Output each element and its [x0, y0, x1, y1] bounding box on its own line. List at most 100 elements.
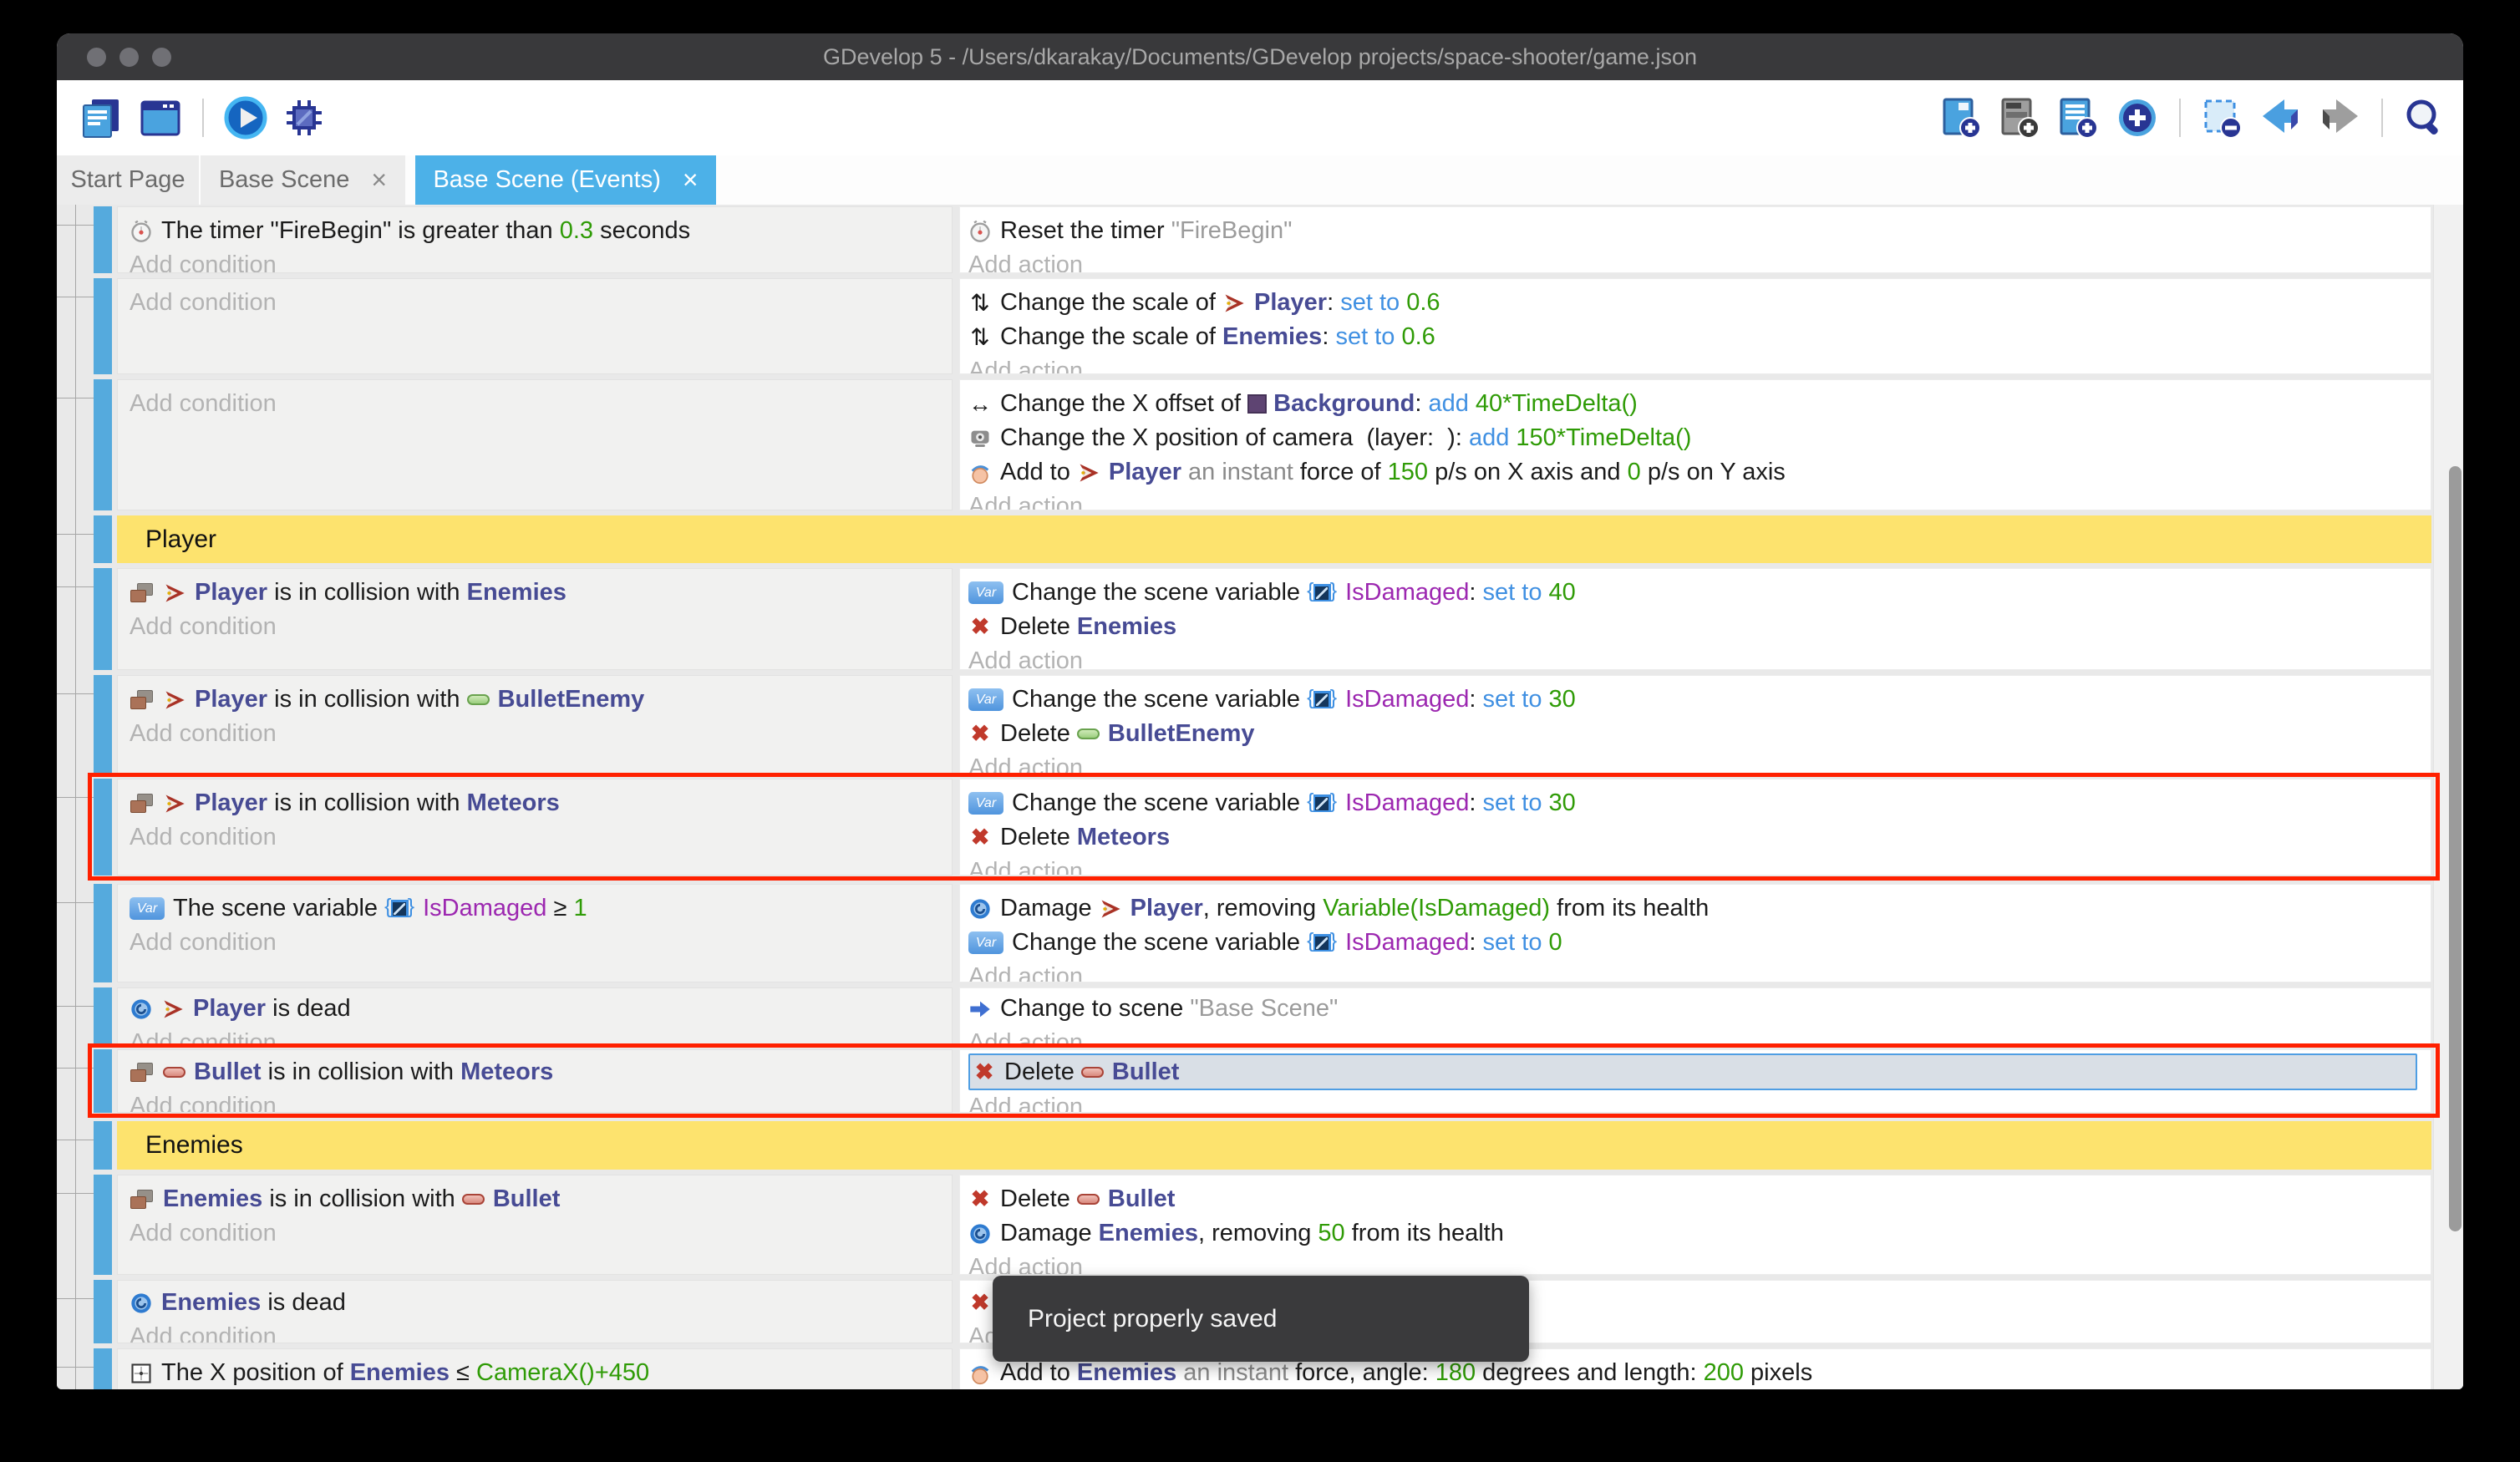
action-line[interactable]: Reset the timer "FireBegin": [968, 214, 2431, 248]
condition-line[interactable]: Player is in collision with Enemies: [130, 576, 952, 610]
add-action-button[interactable]: Add action: [968, 855, 2431, 876]
tab-start-page[interactable]: Start Page: [57, 155, 199, 205]
add-action-button[interactable]: Add action: [968, 644, 2431, 670]
event-drag-bar[interactable]: [94, 675, 112, 774]
action-line[interactable]: Change the X position of camera (layer: …: [968, 421, 2431, 455]
toast-message: Project properly saved: [1028, 1305, 1277, 1333]
event-drag-bar[interactable]: [94, 206, 112, 273]
event-drag-bar[interactable]: [94, 515, 112, 563]
event-drag-bar[interactable]: [94, 1280, 112, 1343]
add-action-button[interactable]: Add action: [968, 1251, 2431, 1275]
text-run: Change the scene variable: [1012, 929, 1307, 957]
text-run: set to: [1483, 686, 1542, 713]
condition-line[interactable]: Player is in collision with Meteors: [130, 786, 952, 820]
condition-line[interactable]: Enemies is dead: [130, 1286, 952, 1320]
event-drag-bar[interactable]: [94, 379, 112, 510]
condition-line[interactable]: The timer "FireBegin" is greater than 0.…: [130, 214, 952, 248]
play-icon: [222, 94, 269, 141]
add-subevent-button[interactable]: [1997, 94, 2044, 141]
event-drag-bar[interactable]: [94, 987, 112, 1046]
event-drag-bar[interactable]: [94, 1049, 112, 1113]
condition-line[interactable]: Player is in collision with BulletEnemy: [130, 683, 952, 717]
action-line[interactable]: Delete Bullet: [968, 1182, 2431, 1216]
event-drag-bar[interactable]: [94, 884, 112, 982]
condition-line[interactable]: The X position of Enemies ≤ CameraX()+45…: [130, 1356, 952, 1389]
close-tab-icon[interactable]: ×: [371, 165, 387, 195]
action-line[interactable]: Change the scene variable IsDamaged: set…: [968, 786, 2431, 820]
tab-base-scene[interactable]: Base Scene×: [201, 155, 405, 205]
add-condition-button[interactable]: Add condition: [130, 926, 952, 960]
action-line[interactable]: Damage Enemies, removing 50 from its hea…: [968, 1216, 2431, 1251]
add-event-button[interactable]: [1938, 94, 1985, 141]
add-action-button[interactable]: Add action: [968, 1026, 2431, 1046]
text-run: Change the scene variable: [1012, 686, 1307, 713]
add-condition-button[interactable]: Add condition: [130, 248, 952, 273]
add-action-button[interactable]: Add action: [968, 751, 2431, 774]
text-run: Delete: [1004, 1058, 1081, 1086]
project-manager-button[interactable]: [79, 94, 125, 141]
add-condition-button[interactable]: Add condition: [130, 387, 952, 421]
condition-line[interactable]: Enemies is in collision with Bullet: [130, 1182, 952, 1216]
add-condition-button[interactable]: Add condition: [130, 610, 952, 644]
action-line[interactable]: Add to Player an instant force of 150 p/…: [968, 455, 2431, 490]
add-action-button[interactable]: Add action: [968, 1090, 2431, 1113]
action-line[interactable]: Change the scene variable IsDamaged: set…: [968, 576, 2431, 610]
text-run: :: [1322, 323, 1335, 351]
add-condition-button[interactable]: Add condition: [130, 820, 952, 855]
delete-selection-button[interactable]: [2199, 94, 2246, 141]
scrollbar-track[interactable]: [2433, 205, 2463, 1389]
close-tab-icon[interactable]: ×: [683, 165, 699, 195]
undo-button[interactable]: [2258, 94, 2304, 141]
add-more-button[interactable]: [2114, 94, 2161, 141]
group-row-player[interactable]: Player: [57, 515, 2463, 563]
bg-icon: [1247, 394, 1267, 414]
text-run: IsDamaged: [1345, 929, 1469, 957]
text-run: [1542, 929, 1548, 957]
add-action-button[interactable]: Add action: [968, 490, 2431, 510]
scene-editor-button[interactable]: [137, 94, 184, 141]
action-line-selected[interactable]: Delete Bullet: [968, 1053, 2417, 1090]
debug-button[interactable]: [281, 94, 328, 141]
event-row: The timer "FireBegin" is greater than 0.…: [57, 206, 2463, 273]
add-condition-button[interactable]: Add condition: [130, 286, 952, 320]
group-row-enemies[interactable]: Enemies: [57, 1121, 2463, 1170]
condition-line[interactable]: Player is dead: [130, 992, 952, 1026]
scrollbar-thumb[interactable]: [2449, 466, 2462, 1231]
condition-line[interactable]: Bullet is in collision with Meteors: [130, 1055, 952, 1089]
event-drag-bar[interactable]: [94, 278, 112, 374]
add-condition-button[interactable]: Add condition: [130, 1320, 952, 1343]
action-line[interactable]: Change the scale of Enemies: set to 0.6: [968, 320, 2431, 354]
condition-line[interactable]: The scene variable IsDamaged ≥ 1: [130, 891, 952, 926]
add-comment-button[interactable]: [2055, 94, 2102, 141]
event-drag-bar[interactable]: [94, 1121, 112, 1170]
add-condition-button[interactable]: Add condition: [130, 717, 952, 751]
tab-base-scene-events[interactable]: Base Scene (Events)×: [415, 155, 716, 205]
action-line[interactable]: Change the scene variable IsDamaged: set…: [968, 683, 2431, 717]
event-drag-bar[interactable]: [94, 1348, 112, 1389]
play-preview-button[interactable]: [222, 94, 269, 141]
action-line[interactable]: Delete BulletEnemy: [968, 717, 2431, 751]
add-condition-button[interactable]: Add condition: [130, 1216, 952, 1251]
text-run: Change the scene variable: [1012, 579, 1307, 607]
text-run: Player: [195, 579, 267, 607]
event-drag-bar[interactable]: [94, 1175, 112, 1275]
add-action-button[interactable]: Add action: [968, 248, 2431, 273]
action-line[interactable]: Change the X offset of Background: add 4…: [968, 387, 2431, 421]
action-line[interactable]: Delete Meteors: [968, 820, 2431, 855]
action-line[interactable]: Change to scene "Base Scene": [968, 992, 2431, 1026]
add-action-button[interactable]: Add action: [968, 960, 2431, 982]
add-condition-button[interactable]: Add condition: [130, 1089, 952, 1113]
search-events-button[interactable]: [2401, 94, 2448, 141]
event-drag-bar[interactable]: [94, 779, 112, 876]
action-line[interactable]: Change the scale of Player: set to 0.6: [968, 286, 2431, 320]
tree-tick: [57, 1367, 94, 1368]
action-line[interactable]: Damage Player, removing Variable(IsDamag…: [968, 891, 2431, 926]
camera-icon: [968, 427, 992, 450]
add-action-button[interactable]: Add action: [968, 354, 2431, 374]
action-line[interactable]: Delete Enemies: [968, 610, 2431, 644]
redo-button[interactable]: [2316, 94, 2363, 141]
event-drag-bar[interactable]: [94, 568, 112, 670]
action-line[interactable]: Change the scene variable IsDamaged: set…: [968, 926, 2431, 960]
add-condition-button[interactable]: Add condition: [130, 1026, 952, 1046]
varbadge-icon: [130, 897, 165, 920]
